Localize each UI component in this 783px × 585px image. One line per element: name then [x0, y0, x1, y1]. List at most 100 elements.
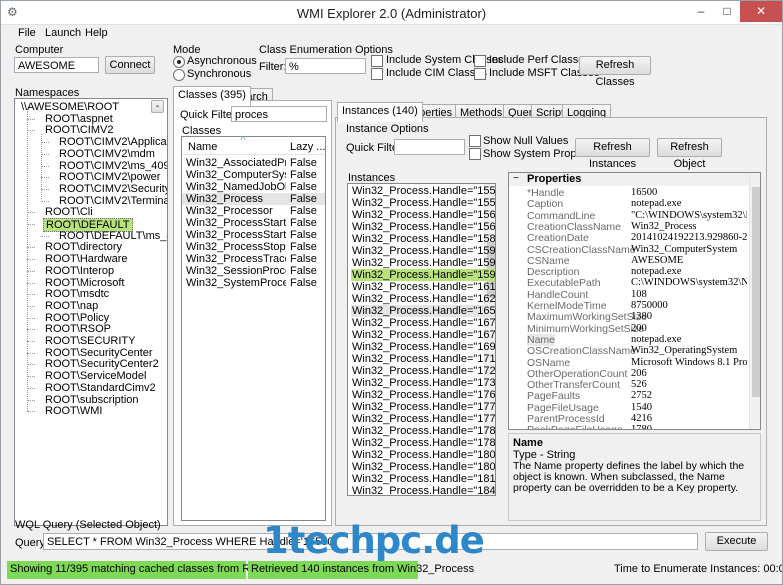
property-value[interactable]: Microsoft Windows 8.1 Pro|C [631, 357, 747, 368]
property-name[interactable]: PageFileUsage [527, 402, 599, 414]
collapse-button[interactable]: - [151, 100, 164, 113]
namespace-item[interactable]: ROOT\CIMV2 [43, 124, 115, 136]
property-value[interactable]: 206 [631, 368, 747, 379]
property-name[interactable]: CreationClassName [527, 221, 621, 233]
menu-file[interactable]: File [18, 27, 36, 39]
table-row[interactable]: Win32_ProcessStartTrace False [182, 217, 325, 229]
namespace-item[interactable]: ROOT\CIMV2\ms_409 [57, 160, 167, 172]
property-value[interactable]: "C:\WINDOWS\system32\NO [631, 210, 747, 221]
list-item[interactable]: Win32_Process.Handle="17752" [351, 401, 495, 413]
table-row[interactable]: Win32_ProcessStartup False [182, 229, 325, 241]
property-name[interactable]: KernelModeTime [527, 300, 607, 312]
sync-radio[interactable] [173, 69, 185, 81]
list-item[interactable]: Win32_Process.Handle="1580" [351, 233, 495, 245]
list-item[interactable]: Win32_Process.Handle="1552" [351, 185, 495, 197]
list-item[interactable]: Win32_Process.Handle="16108" [351, 281, 495, 293]
namespaces-tree[interactable]: - \\AWESOME\ROOT ROOT\aspnet ROOT\CIMV2 ROO… [14, 98, 168, 526]
refresh-instances-button[interactable]: Refresh Instances [575, 138, 650, 170]
property-name[interactable]: OSName [527, 357, 570, 369]
property-value[interactable]: notepad.exe [631, 334, 747, 345]
properties-grid[interactable]: − Properties *Handle 16500 Caption notepad.… [508, 172, 761, 430]
table-row[interactable]: Win32_SystemProcesses False [182, 277, 325, 289]
refresh-classes-button[interactable]: Refresh Classes [579, 56, 651, 88]
namespace-item[interactable]: ROOT\directory [43, 241, 124, 253]
properties-scroll-thumb[interactable] [752, 187, 760, 397]
property-name[interactable]: CSName [527, 255, 570, 267]
table-row[interactable]: Win32_ProcessStopTrace False [182, 241, 325, 253]
list-item[interactable]: Win32_Process.Handle="1840" [351, 485, 495, 495]
namespace-item[interactable]: ROOT\SECURITY [43, 335, 137, 347]
connect-button[interactable]: Connect [105, 56, 155, 74]
include-perf-checkbox[interactable] [474, 55, 486, 67]
list-item[interactable]: Win32_Process.Handle="15596" [351, 197, 495, 209]
table-row[interactable]: Win32_NamedJobObjectPr... False [182, 181, 325, 193]
property-name[interactable]: Name [527, 333, 556, 346]
property-name[interactable]: OtherTransferCount [527, 379, 620, 391]
namespace-item[interactable]: ROOT\StandardCimv2 [43, 382, 158, 394]
instance-tab[interactable]: Instances (140) [337, 102, 423, 122]
namespace-item[interactable]: ROOT\nap [43, 300, 100, 312]
list-item[interactable]: Win32_Process.Handle="15960" [351, 269, 495, 281]
include-system-checkbox[interactable] [371, 55, 383, 67]
property-value[interactable]: 1380 [631, 311, 747, 322]
namespace-item[interactable]: ROOT\Interop [43, 265, 116, 277]
include-msft-checkbox[interactable] [474, 68, 486, 80]
property-value[interactable]: Win32_Process [631, 221, 747, 232]
col-lazy-header[interactable]: Lazy ... [290, 141, 325, 153]
namespace-item[interactable]: ROOT\DEFAULT\ms_409 [57, 230, 167, 242]
maximize-button[interactable]: □ [714, 1, 740, 22]
list-item[interactable]: Win32_Process.Handle="1816" [351, 473, 495, 485]
table-row[interactable]: Win32_Process False [182, 193, 325, 205]
namespace-item[interactable]: ROOT\Policy [43, 312, 111, 324]
property-value[interactable]: 20141024192213.929860-24 [631, 232, 747, 243]
namespace-item[interactable]: ROOT\Hardware [43, 253, 130, 265]
property-name[interactable]: PeakPageFileUsage [527, 424, 623, 429]
property-name[interactable]: ExecutablePath [527, 277, 601, 289]
class-filter-input[interactable]: % [285, 58, 366, 74]
property-name[interactable]: CommandLine [527, 210, 595, 222]
table-row[interactable]: Win32_SessionProcess False [182, 265, 325, 277]
expand-icon[interactable]: − [513, 173, 519, 184]
property-name[interactable]: ParentProcessId [527, 413, 605, 425]
property-value[interactable]: Win32_ComputerSystem [631, 244, 747, 255]
show-system-checkbox[interactable] [469, 148, 481, 160]
property-value[interactable]: 4216 [631, 413, 747, 424]
namespace-item[interactable]: ROOT\SecurityCenter [43, 347, 155, 359]
execute-button[interactable]: Execute [705, 532, 768, 551]
close-button[interactable]: ✕ [740, 1, 782, 22]
namespace-item[interactable]: ROOT\msdtc [43, 288, 111, 300]
namespace-item[interactable]: ROOT\CIMV2\power [57, 171, 162, 183]
namespace-item[interactable]: ROOT\RSOP [43, 323, 113, 335]
list-item[interactable]: Win32_Process.Handle="1672" [351, 317, 495, 329]
list-item[interactable]: Win32_Process.Handle="16500" [351, 305, 495, 317]
list-item[interactable]: Win32_Process.Handle="17804" [351, 425, 495, 437]
property-name[interactable]: CreationDate [527, 232, 589, 244]
list-item[interactable]: Win32_Process.Handle="1768" [351, 389, 495, 401]
minimize-button[interactable]: – [688, 1, 714, 22]
list-item[interactable]: Win32_Process.Handle="15660" [351, 209, 495, 221]
col-name-header[interactable]: Name [188, 141, 217, 153]
table-row[interactable]: Win32_AssociatedProcesso... False [182, 157, 325, 169]
property-name[interactable]: OSCreationClassName [527, 345, 636, 357]
property-name[interactable]: MaximumWorkingSetSize [527, 311, 647, 323]
list-item[interactable]: Win32_Process.Handle="17796" [351, 413, 495, 425]
list-item[interactable]: Win32_Process.Handle="1596" [351, 257, 495, 269]
list-item[interactable]: Win32_Process.Handle="16752" [351, 329, 495, 341]
namespace-item[interactable]: ROOT\Microsoft [43, 277, 126, 289]
list-item[interactable]: Win32_Process.Handle="17828" [351, 437, 495, 449]
namespace-item[interactable]: ROOT\CIMV2\TerminalServices [57, 195, 167, 207]
list-item[interactable]: Win32_Process.Handle="15952" [351, 245, 495, 257]
menu-help[interactable]: Help [85, 27, 108, 39]
property-value[interactable]: C:\WINDOWS\system32\NO [631, 277, 747, 288]
property-name[interactable]: MinimumWorkingSetSize [527, 323, 644, 335]
list-item[interactable]: Win32_Process.Handle="18036" [351, 461, 495, 473]
property-name[interactable]: Description [527, 266, 580, 278]
include-cim-checkbox[interactable] [371, 68, 383, 80]
property-value[interactable]: 108 [631, 289, 747, 300]
async-radio[interactable] [173, 56, 185, 68]
class-quick-filter-input[interactable]: proces [231, 106, 327, 122]
list-item[interactable]: Win32_Process.Handle="1692" [351, 341, 495, 353]
classes-list[interactable]: Name ˄ Lazy ... Win32_AssociatedProcesso… [181, 136, 326, 521]
instances-list[interactable]: Win32_Process.Handle="1552" Win32_Process… [347, 183, 496, 496]
instance-quick-filter-input[interactable] [394, 139, 465, 155]
